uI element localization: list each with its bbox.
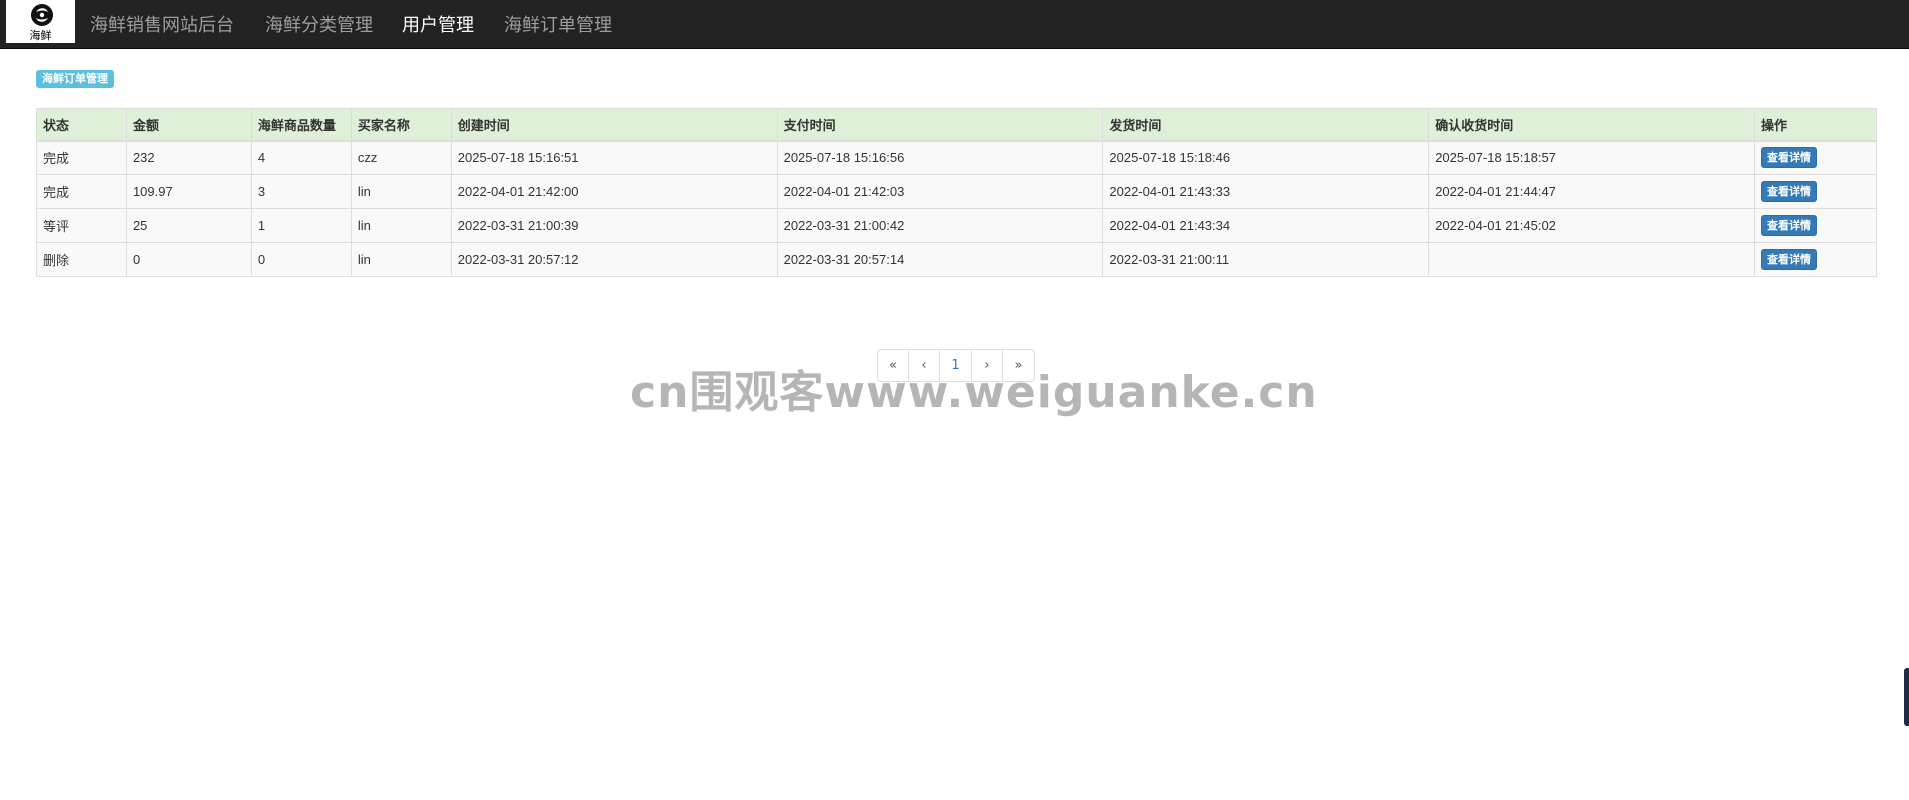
- orders-table: 状态 金额 海鲜商品数量 买家名称 创建时间 支付时间 发货时间 确认收货时间 …: [36, 108, 1878, 277]
- cell-status: 完成: [36, 140, 127, 175]
- cell-shipped-time: 2022-03-31 21:00:11: [1102, 242, 1430, 277]
- table-row: 完成 109.97 3 lin 2022-04-01 21:42:00 2022…: [36, 174, 1878, 209]
- column-header-status: 状态: [36, 108, 127, 142]
- seafood-logo-icon: [31, 4, 53, 26]
- cell-created-time: 2022-03-31 20:57:12: [450, 242, 778, 277]
- cell-quantity: 1: [250, 208, 352, 243]
- table-row: 完成 232 4 czz 2025-07-18 15:16:51 2025-07…: [36, 140, 1878, 175]
- cell-paid-time: 2022-03-31 20:57:14: [776, 242, 1104, 277]
- nav-item-site-admin[interactable]: 海鲜销售网站后台: [90, 11, 234, 37]
- column-header-quantity: 海鲜商品数量: [250, 108, 352, 142]
- cell-actions: 查看详情: [1753, 208, 1878, 243]
- cell-shipped-time: 2022-04-01 21:43:34: [1102, 208, 1430, 243]
- cell-buyer: lin: [350, 208, 452, 243]
- column-header-amount: 金额: [125, 108, 252, 142]
- watermark-text: cn围观客www.weiguanke.cn: [630, 367, 1318, 418]
- brand-logo[interactable]: 海鲜: [6, 0, 75, 43]
- table-header-row: 状态 金额 海鲜商品数量 买家名称 创建时间 支付时间 发货时间 确认收货时间 …: [36, 108, 1878, 142]
- cell-amount: 232: [125, 140, 252, 175]
- column-header-buyer: 买家名称: [350, 108, 452, 142]
- cell-quantity: 0: [250, 242, 352, 277]
- page-title-badge: 海鲜订单管理: [36, 70, 114, 88]
- cell-quantity: 3: [250, 174, 352, 209]
- cell-buyer: lin: [350, 242, 452, 277]
- cell-created-time: 2022-04-01 21:42:00: [450, 174, 778, 209]
- view-details-button[interactable]: 查看详情: [1760, 147, 1817, 169]
- cell-quantity: 4: [250, 140, 352, 175]
- cell-status: 删除: [36, 242, 127, 277]
- cell-created-time: 2022-03-31 21:00:39: [450, 208, 778, 243]
- column-header-received-time: 确认收货时间: [1428, 108, 1755, 142]
- cell-buyer: lin: [350, 174, 452, 209]
- cell-paid-time: 2025-07-18 15:16:56: [776, 140, 1104, 175]
- nav-item-category-management[interactable]: 海鲜分类管理: [265, 11, 373, 37]
- cell-status: 完成: [36, 174, 127, 209]
- cell-actions: 查看详情: [1753, 242, 1878, 277]
- cell-status: 等评: [36, 208, 127, 243]
- table-row: 删除 0 0 lin 2022-03-31 20:57:12 2022-03-3…: [36, 242, 1878, 277]
- view-details-button[interactable]: 查看详情: [1760, 181, 1817, 202]
- column-header-actions: 操作: [1753, 108, 1878, 142]
- cell-received-time: [1428, 242, 1755, 277]
- brand-text: 海鲜: [29, 29, 52, 42]
- cell-amount: 0: [125, 242, 252, 277]
- side-widget-handle[interactable]: [1904, 668, 1909, 726]
- cell-amount: 25: [125, 208, 252, 243]
- cell-actions: 查看详情: [1753, 174, 1878, 209]
- cell-actions: 查看详情: [1753, 140, 1878, 175]
- nav-item-order-management[interactable]: 海鲜订单管理: [504, 11, 612, 37]
- cell-paid-time: 2022-04-01 21:42:03: [776, 174, 1104, 209]
- cell-shipped-time: 2022-04-01 21:43:33: [1102, 174, 1430, 209]
- cell-shipped-time: 2025-07-18 15:18:46: [1102, 140, 1430, 175]
- nav-item-user-management[interactable]: 用户管理: [402, 11, 474, 37]
- column-header-shipped-time: 发货时间: [1102, 108, 1430, 142]
- view-details-button[interactable]: 查看详情: [1760, 215, 1817, 236]
- cell-paid-time: 2022-03-31 21:00:42: [776, 208, 1104, 243]
- cell-received-time: 2025-07-18 15:18:57: [1428, 140, 1755, 175]
- column-header-created-time: 创建时间: [450, 108, 778, 142]
- view-details-button[interactable]: 查看详情: [1760, 249, 1817, 270]
- column-header-paid-time: 支付时间: [776, 108, 1104, 142]
- cell-created-time: 2025-07-18 15:16:51: [450, 140, 778, 175]
- cell-received-time: 2022-04-01 21:44:47: [1428, 174, 1755, 209]
- cell-buyer: czz: [350, 140, 452, 175]
- cell-amount: 109.97: [125, 174, 252, 209]
- cell-received-time: 2022-04-01 21:45:02: [1428, 208, 1755, 243]
- top-navbar: 海鲜 海鲜销售网站后台 海鲜分类管理 用户管理 海鲜订单管理: [0, 0, 1909, 49]
- table-row: 等评 25 1 lin 2022-03-31 21:00:39 2022-03-…: [36, 208, 1878, 243]
